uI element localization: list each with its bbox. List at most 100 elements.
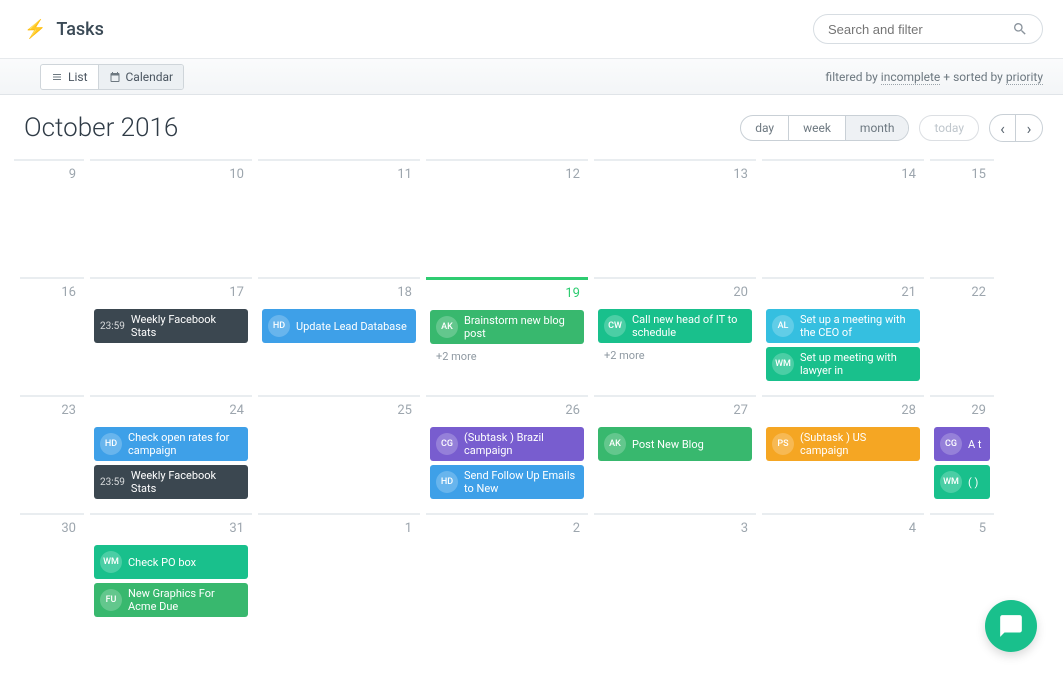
day-cell[interactable]: 29CGA tWM( ) [930,395,994,513]
avatar: CG [436,433,458,455]
chat-fab[interactable] [985,600,1037,652]
day-cell[interactable]: 30 [20,513,84,631]
calendar-event[interactable]: AKBrainstorm new blog post [430,310,584,344]
calendar-event[interactable]: WM Check PO box [94,545,248,579]
day-number: 15 [971,167,986,182]
day-cell[interactable]: 16 [20,277,84,395]
day-cell[interactable]: 24 HD Check open rates for campaign 23:59 We… [90,395,252,513]
calendar-event[interactable]: HD Update Lead Database [262,309,416,343]
day-cell[interactable]: 14 [762,159,924,277]
day-number: 22 [971,285,986,300]
calendar-event[interactable]: CW Call new head of IT to schedule [598,309,752,343]
day-number: 21 [901,285,916,300]
day-cell[interactable]: 12 [426,159,588,277]
calendar-event[interactable]: HD Check open rates for campaign [94,427,248,461]
day-number: 26 [565,403,580,418]
event-title: Weekly Facebook Stats [131,313,242,339]
day-cell[interactable]: 2 [426,513,588,631]
avatar: HD [100,433,122,455]
avatar: PS [772,433,794,455]
day-cell[interactable]: 25 [258,395,420,513]
day-cell[interactable]: 15 [930,159,994,277]
event-time: 23:59 [100,476,125,489]
filter-value[interactable]: incomplete [881,70,941,85]
day-number: 30 [61,521,76,536]
day-cell[interactable]: 27AKPost New Blog [594,395,756,513]
today-button[interactable]: today [919,115,979,141]
event-title: Call new head of IT to schedule [632,313,746,339]
day-cell[interactable]: 21ALSet up a meeting with the CEO ofWMSe… [762,277,924,395]
avatar: WM [772,353,794,375]
avatar: CW [604,315,626,337]
view-toggle: List Calendar [40,64,184,90]
day-cell[interactable]: 22 [930,277,994,395]
day-cell[interactable]: 13 [594,159,756,277]
day-number: 9 [69,167,76,182]
calendar-event[interactable]: ALSet up a meeting with the CEO of [766,309,920,343]
day-number: 23 [61,403,76,418]
view-calendar-label: Calendar [126,70,174,84]
calendar-grid: 9101112131415161723:59Weekly Facebook St… [0,159,1063,631]
avatar: HD [436,471,458,493]
day-number: 5 [979,521,986,536]
sort-value[interactable]: priority [1006,70,1043,85]
calendar-event[interactable]: WMSet up meeting with lawyer in [766,347,920,381]
calendar-event[interactable]: CG(Subtask ) Brazil campaign [430,427,584,461]
next-button[interactable]: › [1016,115,1042,141]
day-cell[interactable]: 18HDUpdate Lead Database [258,277,420,395]
day-cell[interactable]: 1 [258,513,420,631]
day-cell[interactable]: 19 AKBrainstorm new blog post +2 more [426,277,588,395]
search-input[interactable] [828,22,1012,37]
day-number: 28 [901,403,916,418]
search-field[interactable] [813,14,1043,44]
event-title: Check open rates for campaign [128,431,242,457]
day-cell[interactable]: 28 PS(Subtask ) US campaign [762,395,924,513]
day-cell[interactable]: 20CWCall new head of IT to schedule+2 mo… [594,277,756,395]
avatar: WM [100,551,122,573]
day-number: 24 [229,403,244,418]
day-cell[interactable]: 23 [20,395,84,513]
day-cell[interactable]: 31 WM Check PO box FUNew Graphics For Acme … [90,513,252,631]
nav-pill: ‹ › [989,114,1043,142]
calendar-event[interactable]: 23:59 Weekly Facebook Stats [94,465,248,499]
day-number: 19 [565,286,580,301]
day-cell[interactable]: 5 [930,513,994,631]
day-cell[interactable]: 17 23:59 Weekly Facebook Stats [90,277,252,395]
day-cell[interactable]: 10 [90,159,252,277]
avatar: AK [604,433,626,455]
range-week-button[interactable]: week [789,116,846,140]
event-title: Update Lead Database [296,320,410,333]
view-calendar-button[interactable]: Calendar [99,65,184,89]
range-day-button[interactable]: day [741,116,789,140]
range-month-button[interactable]: month [846,116,909,140]
calendar-event[interactable]: HDSend Follow Up Emails to New [430,465,584,499]
event-title: Check PO box [128,556,242,569]
day-cell[interactable]: 4 [762,513,924,631]
calendar-icon [109,71,121,83]
event-time: 23:59 [100,320,125,333]
chevron-left-icon: ‹ [1000,119,1005,138]
day-number: 31 [229,521,244,536]
avatar: FU [100,589,122,611]
day-cell[interactable]: 9 [14,159,84,277]
event-title: Set up a meeting with the CEO of [800,313,914,339]
day-cell[interactable]: 26 CG(Subtask ) Brazil campaign HDSend Fol… [426,395,588,513]
view-list-button[interactable]: List [41,65,99,89]
calendar-event[interactable]: CGA t [934,427,990,461]
day-number: 11 [397,167,412,182]
calendar-event[interactable]: WM( ) [934,465,990,499]
calendar-event[interactable]: PS(Subtask ) US campaign [766,427,920,461]
day-cell[interactable]: 3 [594,513,756,631]
event-title: Weekly Facebook Stats [131,469,242,495]
day-number: 17 [229,285,244,300]
more-events-link[interactable]: +2 more [598,347,752,364]
calendar-event[interactable]: FUNew Graphics For Acme Due [94,583,248,617]
calendar-event[interactable]: AKPost New Blog [598,427,752,461]
event-title: A t [968,438,984,451]
avatar: HD [268,315,290,337]
day-cell[interactable]: 11 [258,159,420,277]
calendar-event[interactable]: 23:59 Weekly Facebook Stats [94,309,248,343]
more-events-link[interactable]: +2 more [430,348,584,365]
month-label: October 2016 [24,113,740,143]
prev-button[interactable]: ‹ [990,115,1016,141]
